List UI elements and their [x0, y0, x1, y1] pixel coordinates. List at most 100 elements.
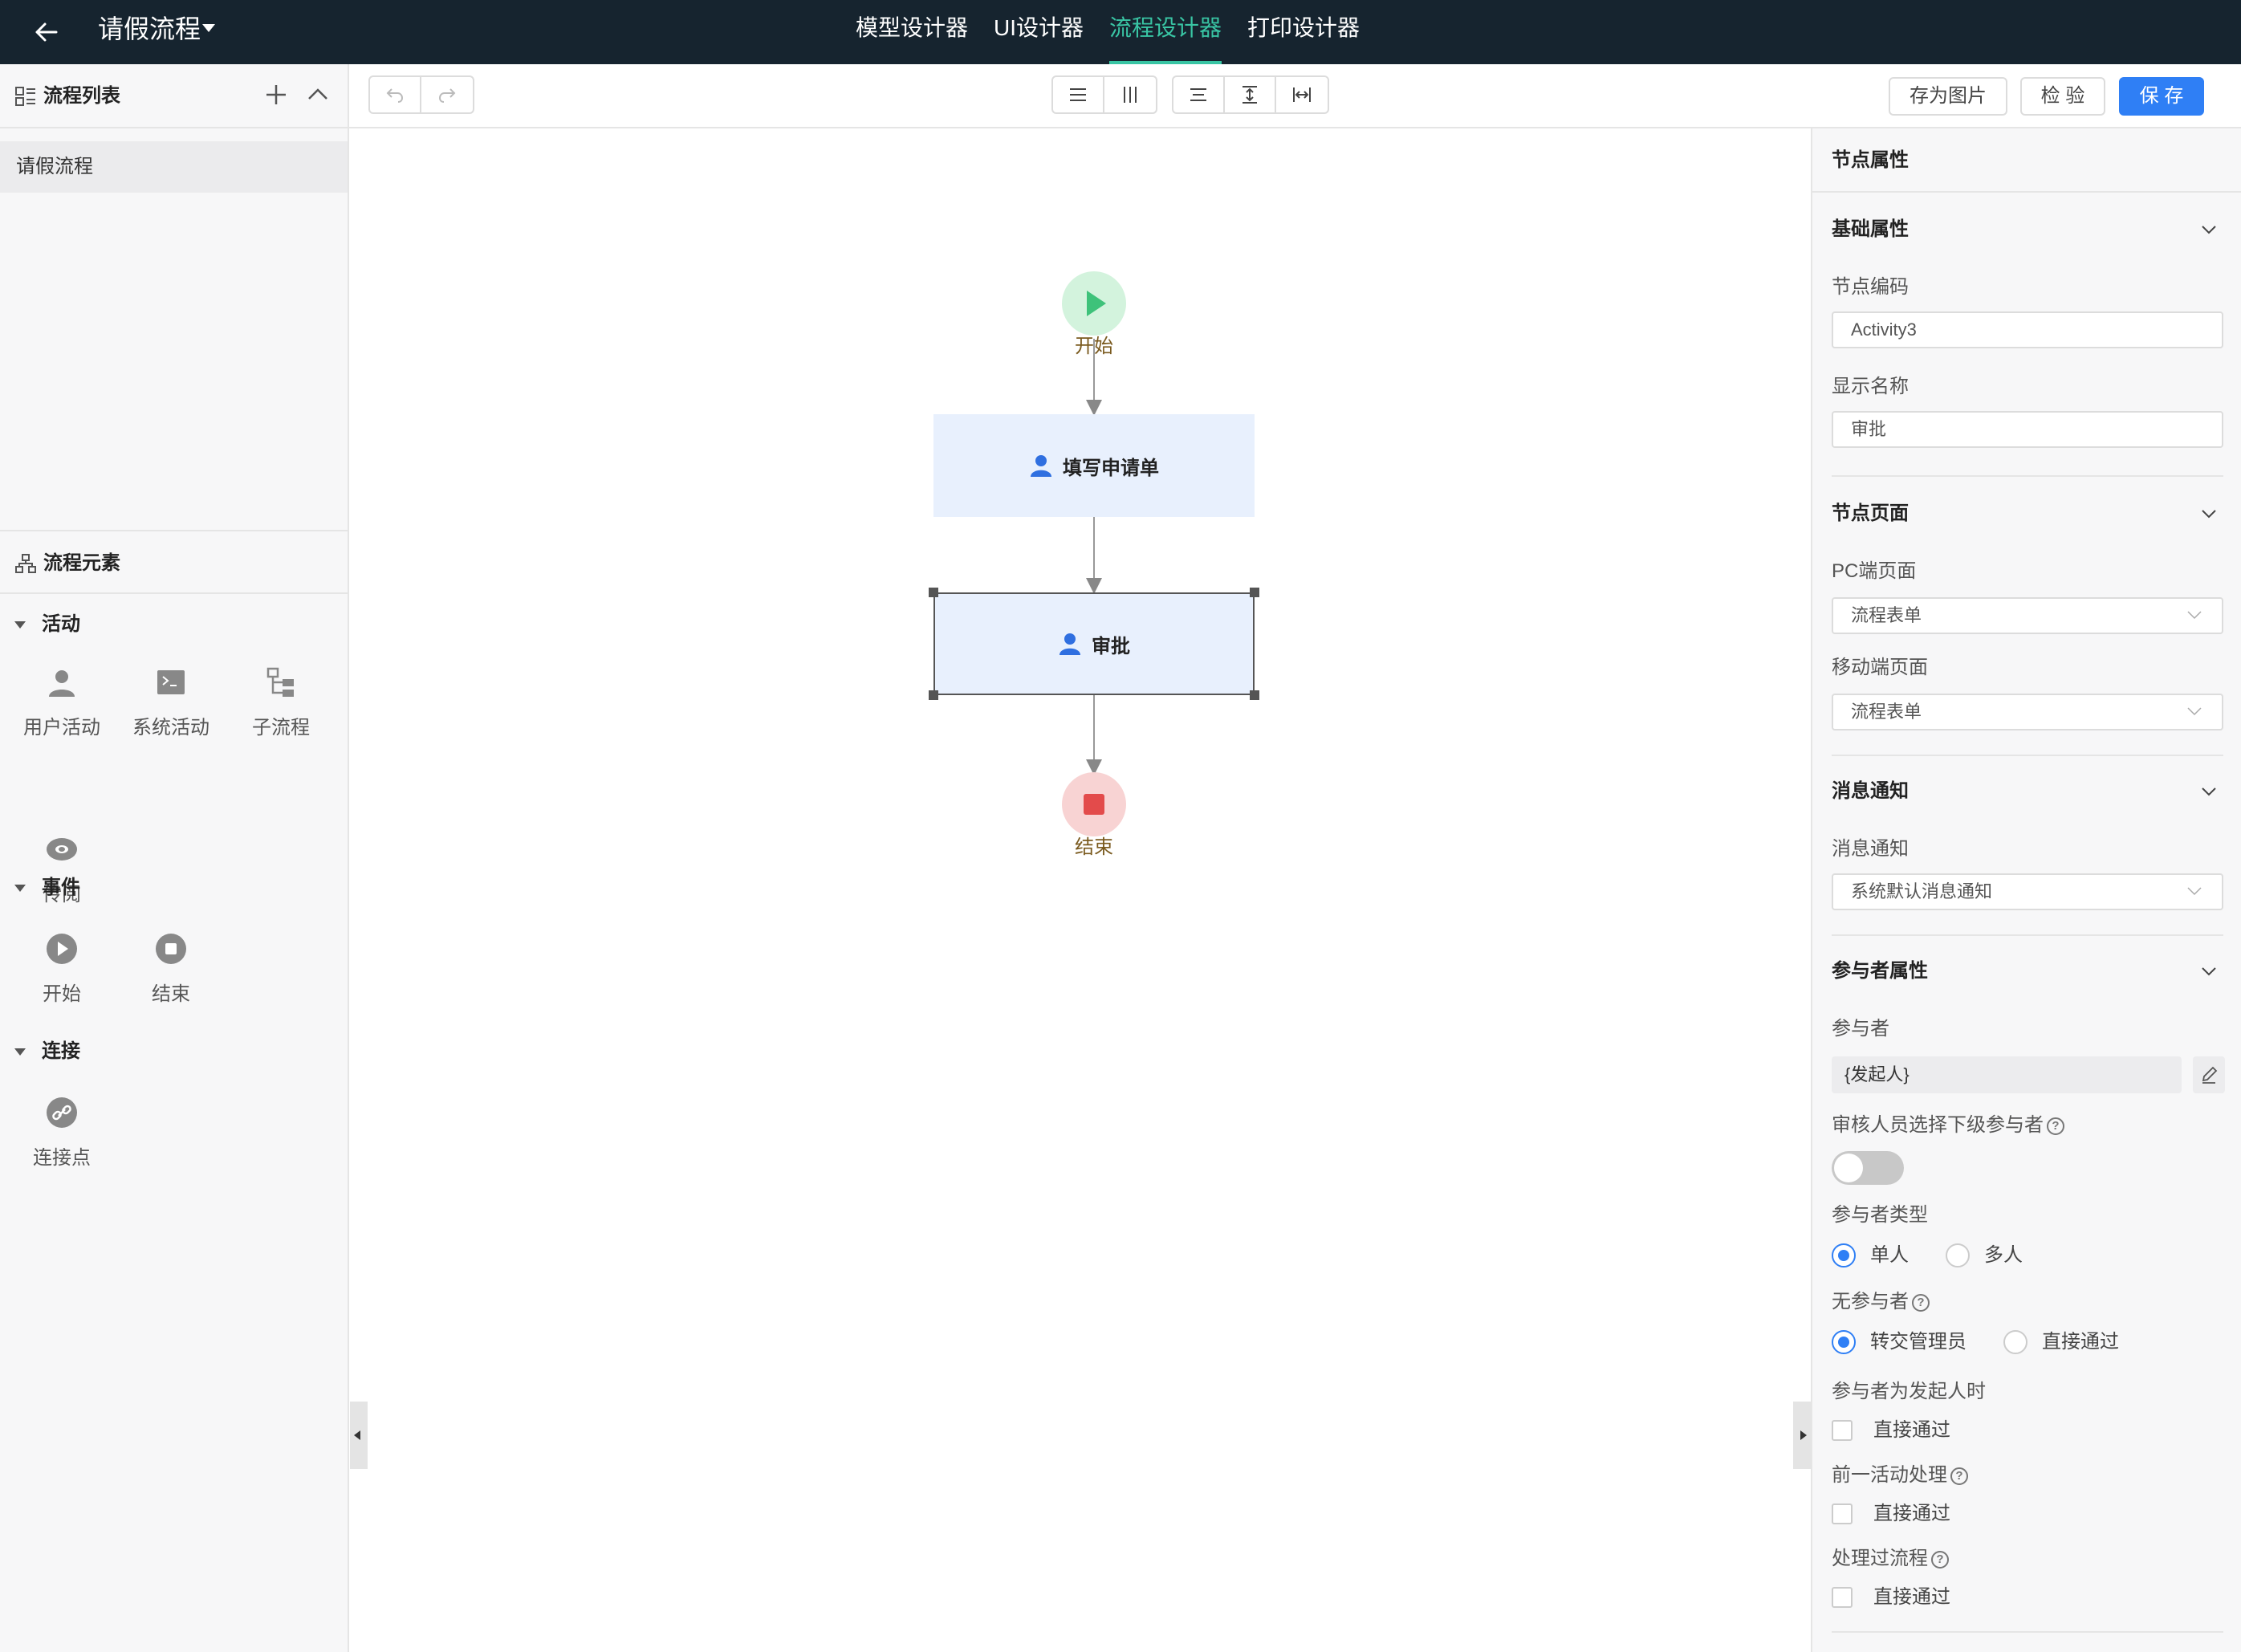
tab-flow-designer[interactable]: 流程设计器	[1096, 0, 1234, 64]
task-label: 填写申请单	[1063, 457, 1159, 479]
element-subprocess[interactable]: 子流程	[233, 666, 329, 743]
resize-handle[interactable]	[929, 690, 938, 700]
participant-field: {发起人}	[1832, 1056, 2182, 1093]
radio-label: 转交管理员	[1870, 1331, 1966, 1353]
initiator-label: 参与者为发起人时	[1832, 1381, 1986, 1402]
section-participant[interactable]: 参与者属性	[1832, 955, 2223, 987]
caret-down-icon	[14, 1048, 26, 1056]
task-node-fill-form[interactable]: 填写申请单	[933, 414, 1255, 517]
element-system-activity[interactable]: 系统活动	[123, 666, 219, 743]
initiator-pass-checkbox[interactable]: 直接通过	[1832, 1416, 1950, 1445]
processed-flow-pass-checkbox[interactable]: 直接通过	[1832, 1583, 1950, 1612]
terminal-icon	[157, 670, 185, 694]
radio-label: 直接通过	[2042, 1331, 2119, 1353]
display-name-input[interactable]: 审批	[1832, 411, 2223, 448]
vertical-layout-button[interactable]	[1104, 77, 1156, 112]
title-dropdown-caret-icon[interactable]	[202, 24, 215, 32]
section-connection-title: 连接	[42, 1040, 80, 1062]
radio-transfer-admin[interactable]: 转交管理员	[1832, 1328, 1966, 1357]
align-center-button[interactable]	[1173, 77, 1225, 112]
task-label: 审批	[1092, 635, 1130, 657]
element-user-activity[interactable]: 用户活动	[14, 666, 110, 743]
section-activity[interactable]: 活动	[14, 610, 80, 639]
help-icon[interactable]: ?	[1912, 1293, 1930, 1312]
validate-button[interactable]: 检 验	[2020, 77, 2105, 116]
edit-icon[interactable]	[2193, 1056, 2225, 1093]
element-start-event[interactable]: 开始	[14, 933, 110, 1009]
flow-list-header: 流程列表	[0, 64, 348, 128]
tab-ui-designer[interactable]: UI设计器	[981, 0, 1096, 64]
section-basic-properties[interactable]: 基础属性	[1832, 214, 2223, 246]
flow-title[interactable]: 请假流程	[98, 11, 201, 47]
pc-page-select[interactable]: 流程表单	[1832, 597, 2223, 634]
task-node-approve[interactable]: 审批	[933, 592, 1255, 695]
horizontal-lines-icon	[1070, 88, 1086, 101]
distribute-horizontal-icon	[1293, 87, 1311, 102]
distribute-vertical-button[interactable]	[1225, 77, 1276, 112]
distribute-vertical-icon	[1243, 86, 1257, 104]
add-icon[interactable]	[263, 82, 289, 108]
link-icon	[47, 1097, 77, 1128]
flow-elements-header: 流程元素	[0, 530, 348, 594]
redo-icon	[438, 88, 456, 103]
resize-handle[interactable]	[929, 588, 938, 597]
section-event[interactable]: 事件	[14, 873, 80, 902]
node-code-label: 节点编码	[1832, 276, 1909, 298]
no-participant-label: 无参与者?	[1832, 1288, 1930, 1316]
checkbox-icon	[1832, 1503, 1853, 1524]
element-end-event[interactable]: 结束	[123, 933, 219, 1009]
pc-page-label: PC端页面	[1832, 560, 1917, 582]
flow-canvas[interactable]: 开始 结束 填写申请单 审批	[350, 128, 1811, 1652]
horizontal-layout-button[interactable]	[1053, 77, 1104, 112]
distribute-horizontal-button[interactable]	[1276, 77, 1328, 112]
display-name-label: 显示名称	[1832, 376, 1909, 397]
radio-multiple[interactable]: 多人	[1946, 1241, 2023, 1270]
radio-checked-icon	[1832, 1330, 1856, 1354]
node-code-input[interactable]: Activity3	[1832, 311, 2223, 348]
collapse-left-panel-tab[interactable]	[350, 1402, 368, 1469]
divider	[1832, 755, 2223, 756]
prev-activity-label: 前一活动处理?	[1832, 1461, 1968, 1490]
section-connection[interactable]: 连接	[14, 1037, 80, 1066]
section-node-page[interactable]: 节点页面	[1832, 498, 2223, 530]
caret-right-icon	[1800, 1430, 1807, 1440]
properties-title: 节点属性	[1832, 149, 1909, 171]
save-as-image-button[interactable]: 存为图片	[1889, 77, 2007, 116]
save-button[interactable]: 保 存	[2119, 77, 2204, 116]
redo-button[interactable]	[421, 77, 473, 112]
element-connector[interactable]: 连接点	[14, 1097, 110, 1173]
chevron-up-icon[interactable]	[305, 82, 331, 108]
vertical-lines-icon	[1124, 87, 1137, 103]
sub-participant-label: 审核人员选择下级参与者?	[1832, 1111, 2064, 1140]
select-value: 流程表单	[1851, 605, 1922, 625]
tab-model-designer[interactable]: 模型设计器	[843, 0, 981, 64]
user-icon	[1059, 633, 1080, 655]
radio-unchecked-icon	[2003, 1330, 2027, 1354]
flow-list-item[interactable]: 请假流程	[0, 141, 348, 193]
section-title: 消息通知	[1832, 780, 1909, 802]
user-icon	[49, 670, 75, 697]
back-arrow-icon[interactable]	[29, 14, 64, 50]
list-icon	[15, 87, 35, 106]
align-center-icon	[1190, 88, 1206, 101]
notification-select[interactable]: 系统默认消息通知	[1832, 873, 2223, 910]
left-panel: 流程列表 请假流程 流程元素 活动 用户活动 系统活动 子流程 传阅 事件 开始…	[0, 64, 349, 1652]
resize-handle[interactable]	[1250, 588, 1259, 597]
element-label: 结束	[152, 983, 190, 1005]
resize-handle[interactable]	[1250, 690, 1259, 700]
mobile-page-select[interactable]: 流程表单	[1832, 694, 2223, 730]
help-icon[interactable]: ?	[1950, 1467, 1968, 1485]
radio-pass-directly[interactable]: 直接通过	[2003, 1328, 2119, 1357]
prev-activity-pass-checkbox[interactable]: 直接通过	[1832, 1499, 1950, 1528]
sub-participant-toggle[interactable]	[1832, 1151, 1904, 1185]
help-icon[interactable]: ?	[1931, 1550, 1949, 1569]
collapse-right-panel-tab[interactable]	[1793, 1402, 1811, 1469]
mobile-page-label: 移动端页面	[1832, 657, 1928, 678]
section-notification[interactable]: 消息通知	[1832, 775, 2223, 808]
tab-print-designer[interactable]: 打印设计器	[1234, 0, 1373, 64]
caret-left-icon	[354, 1430, 360, 1440]
element-label: 子流程	[252, 717, 310, 739]
undo-button[interactable]	[370, 77, 421, 112]
help-icon[interactable]: ?	[2047, 1117, 2064, 1135]
radio-single[interactable]: 单人	[1832, 1241, 1909, 1270]
